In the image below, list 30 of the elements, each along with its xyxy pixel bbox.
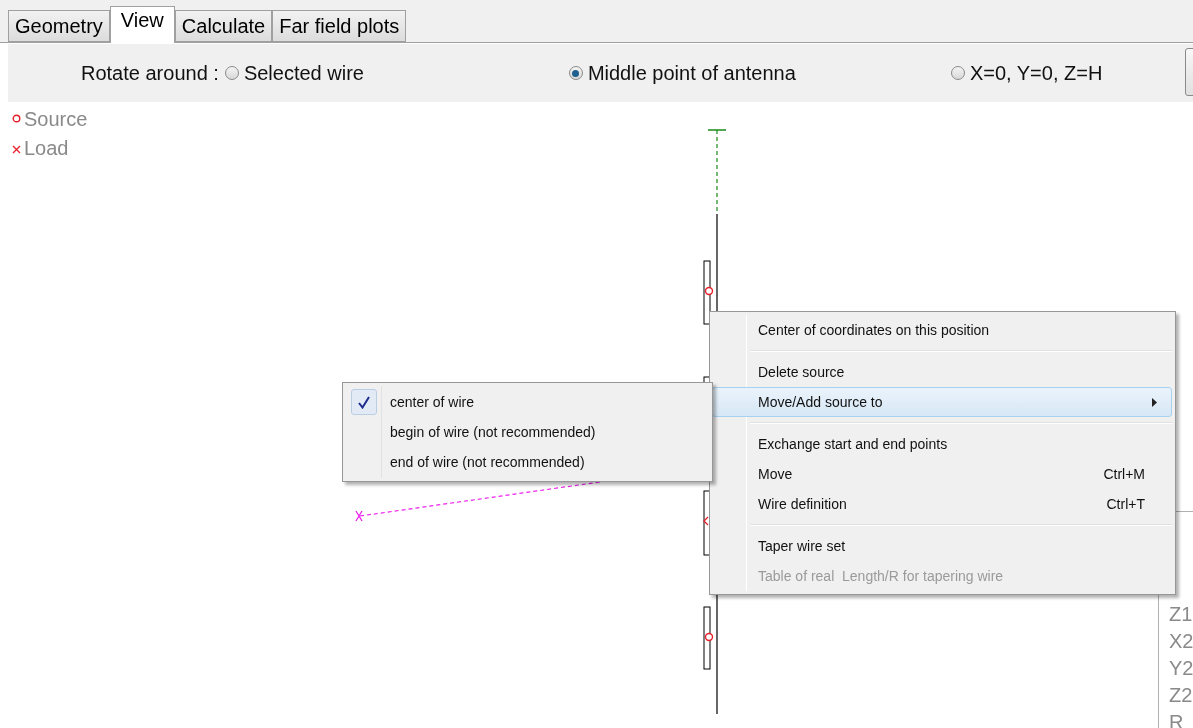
circle-icon: [12, 114, 21, 123]
radio-option[interactable]: Middle point of antenna: [568, 58, 951, 88]
panel-text: X2: [1169, 629, 1193, 654]
panel-text: Z1: [1169, 602, 1193, 627]
menu-item[interactable]: Move Ctrl+M: [712, 459, 1172, 489]
menu-item[interactable]: Wire definition Ctrl+T: [712, 489, 1172, 519]
cross-icon: [12, 145, 21, 154]
tab[interactable]: View: [109, 6, 175, 43]
shortcut-label: Ctrl+M: [1103, 464, 1145, 484]
legend-label: Source: [24, 106, 88, 132]
shortcut-label: Ctrl+T: [1106, 494, 1145, 514]
radio-option[interactable]: X=0, Y=0, Z=H: [950, 58, 1103, 88]
menu-item[interactable]: Delete source: [712, 357, 1172, 387]
menu-item[interactable]: Taper wire set: [712, 531, 1172, 561]
menu-item[interactable]: Center of coordinates on this position: [712, 315, 1172, 345]
menu-item[interactable]: begin of wire (not recommended): [347, 417, 712, 447]
menu-item[interactable]: Exchange start and end points: [712, 429, 1172, 459]
tab[interactable]: Geometry: [8, 10, 110, 42]
toolbar-label: Rotate around :: [81, 61, 219, 86]
tab[interactable]: Far field plots: [272, 10, 407, 42]
check-icon: [351, 389, 377, 415]
radio-option[interactable]: Selected wire: [224, 58, 441, 88]
tab[interactable]: Calculate: [174, 10, 273, 42]
menu-item[interactable]: center of wire: [347, 387, 712, 417]
legend-label: Load: [24, 135, 69, 161]
menu-item[interactable]: Move/Add source to: [712, 387, 1172, 417]
panel-text: Z2: [1169, 683, 1193, 708]
panel-text: Y2: [1169, 656, 1193, 681]
menu-item[interactable]: end of wire (not recommended): [347, 447, 712, 477]
submenu-arrow-icon: [1152, 397, 1157, 407]
